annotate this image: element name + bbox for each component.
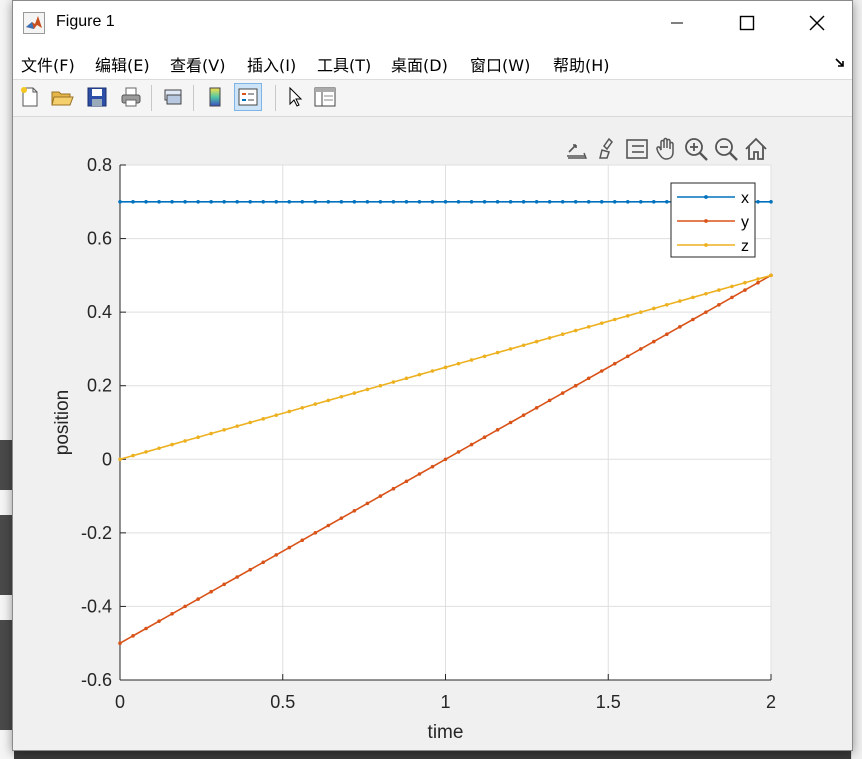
print-icon: [121, 87, 141, 107]
figure-toolbar: [13, 80, 852, 117]
zoom-out-icon[interactable]: [713, 136, 739, 162]
insert-colorbar-icon: [209, 87, 221, 107]
insert-legend-button[interactable]: [234, 83, 262, 111]
menu-bar: 文件(F) 编辑(E) 查看(V) 插入(I) 工具(T) 桌面(D) 窗口(W…: [13, 45, 852, 80]
background-editor-fragment: [0, 515, 12, 595]
edit-plot-icon: [289, 86, 303, 107]
brush-icon[interactable]: [595, 136, 621, 162]
pan-icon[interactable]: [653, 136, 679, 162]
insert-colorbar-button[interactable]: [201, 83, 229, 111]
toolbar-separator: [151, 85, 152, 111]
close-icon: [809, 15, 825, 31]
edit-plot-button[interactable]: [281, 83, 309, 111]
minimize-icon: [671, 22, 683, 24]
property-inspector-icon: [314, 87, 336, 107]
menu-desktop[interactable]: 桌面(D): [391, 52, 448, 76]
save-icon: [87, 87, 107, 107]
menu-tools[interactable]: 工具(T): [317, 52, 371, 76]
minimize-button[interactable]: [642, 1, 712, 45]
dock-figure-icon[interactable]: [834, 57, 846, 69]
maximize-icon: [739, 15, 755, 31]
open-file-button[interactable]: [48, 83, 76, 111]
menu-help[interactable]: 帮助(H): [553, 52, 610, 76]
figure-window: Figure 1 文件(F) 编辑(E) 查看(V) 插入(I) 工具(T) 桌…: [12, 0, 853, 751]
print-button[interactable]: [117, 83, 145, 111]
window-title: Figure 1: [56, 13, 115, 30]
figure-canvas-area: [13, 117, 852, 750]
title-bar[interactable]: Figure 1: [13, 1, 852, 45]
menu-file[interactable]: 文件(F): [21, 52, 75, 76]
toolbar-separator: [193, 85, 194, 111]
link-plot-icon: [164, 89, 182, 105]
toolbar-separator: [275, 85, 276, 111]
matlab-logo-icon: [23, 12, 45, 34]
home-icon[interactable]: [743, 136, 769, 162]
new-figure-icon: [21, 87, 38, 107]
menu-edit[interactable]: 编辑(E): [95, 52, 150, 76]
data-tips-icon[interactable]: [624, 136, 650, 162]
export-icon[interactable]: [564, 136, 590, 162]
background-editor-fragment: [0, 620, 12, 730]
insert-legend-icon: [238, 88, 258, 106]
menu-insert[interactable]: 插入(I): [247, 52, 296, 76]
new-figure-button[interactable]: [16, 83, 44, 111]
background-editor-fragment: [0, 440, 12, 490]
maximize-button[interactable]: [712, 1, 782, 45]
zoom-in-icon[interactable]: [683, 136, 709, 162]
menu-window[interactable]: 窗口(W): [470, 52, 530, 76]
close-button[interactable]: [782, 1, 852, 45]
open-file-icon: [51, 91, 74, 106]
property-inspector-button[interactable]: [311, 83, 339, 111]
save-button[interactable]: [83, 83, 111, 111]
link-plot-button[interactable]: [159, 83, 187, 111]
menu-view[interactable]: 查看(V): [170, 52, 225, 76]
